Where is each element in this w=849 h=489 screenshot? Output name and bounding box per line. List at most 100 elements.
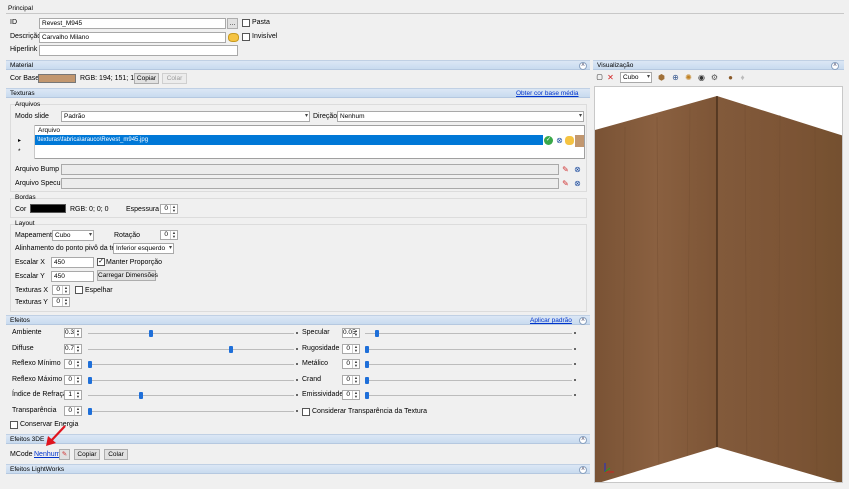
- viewer-canvas[interactable]: [594, 86, 843, 483]
- effect-slider-thumb[interactable]: [88, 407, 92, 415]
- cor-base-swatch[interactable]: [38, 74, 76, 83]
- eraser-icon[interactable]: ✎: [561, 165, 570, 174]
- bump-input[interactable]: [61, 164, 559, 175]
- zoom-icon[interactable]: ⊕: [671, 73, 680, 82]
- eye-icon[interactable]: ◉: [697, 73, 706, 82]
- effect-slider-track[interactable]: [88, 333, 294, 334]
- efeitos3de-header[interactable]: Efeitos 3DE ˄: [6, 434, 590, 444]
- collapse-icon[interactable]: ˄: [579, 317, 587, 325]
- effect-slider-track[interactable]: [365, 379, 572, 381]
- stepper-arrows-icon[interactable]: ▲ ▼: [62, 298, 69, 306]
- stepper-arrows-icon[interactable]: ▲ ▼: [170, 231, 177, 239]
- effect-slider-track[interactable]: [88, 379, 294, 381]
- stepper-arrows-icon[interactable]: ▲ ▼: [352, 375, 359, 384]
- binoculars-icon[interactable]: ⊗: [573, 179, 582, 188]
- stepper-arrows-icon[interactable]: ▲ ▼: [74, 329, 81, 337]
- mcode-colar-button[interactable]: Colar: [104, 449, 128, 460]
- eraser-icon[interactable]: ✎: [561, 179, 570, 188]
- effect-slider-thumb[interactable]: [365, 361, 369, 368]
- collapse-icon[interactable]: ˄: [831, 62, 839, 70]
- stepper-arrows-icon[interactable]: ▲ ▼: [352, 360, 359, 368]
- stepper-arrows-icon[interactable]: ▲ ▼: [74, 360, 81, 368]
- binoculars-icon[interactable]: ⊗: [573, 165, 582, 174]
- shape-select[interactable]: Cubo ▾: [620, 72, 652, 83]
- direcao-select[interactable]: Nenhum ▾: [337, 111, 584, 122]
- modo-slide-select[interactable]: Padrão ▾: [61, 111, 310, 122]
- effect-stepper[interactable]: 0 ▲ ▼: [342, 359, 360, 369]
- borda-cor-swatch[interactable]: [30, 204, 66, 213]
- efeitos-header[interactable]: Efeitos Aplicar padrão ˄: [6, 315, 590, 325]
- pasta-checkbox[interactable]: [242, 19, 250, 27]
- mapeamento-select[interactable]: Cubo ▾: [52, 230, 94, 241]
- specular-input[interactable]: [61, 178, 559, 189]
- effect-stepper[interactable]: 0 ▲ ▼: [342, 343, 360, 354]
- escalar-x-input[interactable]: 450: [51, 257, 94, 268]
- effect-stepper[interactable]: 0 ▲ ▼: [64, 359, 82, 369]
- stepper-arrows-icon[interactable]: ▲ ▼: [62, 286, 69, 294]
- effect-stepper[interactable]: 0 ▲ ▼: [342, 390, 360, 400]
- rotacao-stepper[interactable]: 0 ▲ ▼: [160, 230, 178, 240]
- alinhamento-select[interactable]: Inferior esquerdo ▾: [113, 243, 174, 254]
- effect-stepper[interactable]: 0 ▲ ▼: [64, 405, 82, 416]
- id-input[interactable]: Revest_M945: [39, 18, 226, 29]
- collapse-icon[interactable]: ˄: [579, 466, 587, 474]
- stepper-arrows-icon[interactable]: ▲ ▼: [352, 329, 359, 337]
- effect-slider-thumb[interactable]: [88, 361, 92, 368]
- folder-icon[interactable]: [228, 33, 239, 42]
- check-icon[interactable]: ✓: [544, 136, 553, 145]
- collapse-icon[interactable]: ˄: [579, 436, 587, 444]
- carregar-dimensoes-button[interactable]: Carregar Dimensões: [97, 270, 158, 281]
- grid-row-selected[interactable]: \texturas\fabrica\arauco\Revest_m945.jpg: [35, 135, 543, 145]
- stepper-arrows-icon[interactable]: ▲ ▼: [352, 344, 359, 353]
- lightworks-header[interactable]: Efeitos LightWorks ˄: [6, 464, 590, 474]
- eraser-icon[interactable]: ✎: [59, 449, 70, 460]
- effect-slider-track[interactable]: [88, 395, 294, 396]
- effect-slider-thumb[interactable]: [229, 345, 234, 353]
- mcode-link[interactable]: Nenhum: [34, 451, 60, 458]
- effect-slider-thumb[interactable]: [375, 330, 380, 337]
- effect-slider-thumb[interactable]: [138, 392, 143, 399]
- stepper-arrows-icon[interactable]: ▲ ▼: [352, 391, 359, 399]
- manter-checkbox[interactable]: ✓: [97, 258, 105, 266]
- espelhar-checkbox[interactable]: [75, 286, 83, 294]
- hiperlink-input[interactable]: [39, 45, 238, 56]
- stepper-arrows-icon[interactable]: ▲ ▼: [74, 391, 81, 399]
- obter-cor-link[interactable]: Obter cor base média: [516, 90, 579, 98]
- stepper-arrows-icon[interactable]: ▲ ▼: [74, 344, 81, 353]
- collapse-icon[interactable]: ˄: [579, 62, 587, 70]
- copiar-button[interactable]: Copiar: [134, 73, 159, 84]
- effect-slider-track[interactable]: [88, 348, 294, 350]
- colar-button[interactable]: Colar: [162, 73, 187, 84]
- stepper-arrows-icon[interactable]: ▲ ▼: [74, 375, 81, 384]
- effect-slider-thumb[interactable]: [365, 392, 369, 399]
- effect-slider-track[interactable]: [365, 348, 572, 350]
- effect-stepper[interactable]: 0.7 ▲ ▼: [64, 343, 82, 354]
- effect-slider-thumb[interactable]: [365, 345, 369, 353]
- new-icon[interactable]: ▢: [595, 73, 604, 82]
- effect-stepper[interactable]: 0 ▲ ▼: [342, 374, 360, 385]
- descricao-input[interactable]: Carvalho Milano: [39, 32, 226, 43]
- effect-stepper[interactable]: 0.3 ▲ ▼: [64, 328, 82, 338]
- effect-slider-thumb[interactable]: [148, 330, 153, 337]
- effect-slider-thumb[interactable]: [365, 376, 369, 384]
- material-header[interactable]: Material ˄: [6, 60, 590, 70]
- conservar-checkbox[interactable]: [10, 421, 18, 429]
- effect-stepper[interactable]: 1 ▲ ▼: [64, 390, 82, 400]
- invisivel-checkbox[interactable]: [242, 33, 250, 41]
- escalar-y-input[interactable]: 450: [51, 271, 94, 282]
- mcode-copiar-button[interactable]: Copiar: [74, 449, 100, 460]
- aplicar-padrao-link[interactable]: Aplicar padrão: [530, 317, 572, 325]
- material-ball-icon[interactable]: ●: [726, 73, 735, 82]
- light-icon[interactable]: ✺: [684, 73, 693, 82]
- effect-slider-track[interactable]: [88, 410, 294, 412]
- binoculars-icon[interactable]: ⊗: [555, 136, 564, 145]
- espessura-stepper[interactable]: 0 ▲ ▼: [160, 204, 178, 214]
- texturas-header[interactable]: Texturas Obter cor base média: [6, 88, 590, 98]
- effect-slider-track[interactable]: [365, 333, 572, 334]
- texturas-x-stepper[interactable]: 0 ▲ ▼: [52, 285, 70, 295]
- visualizacao-header[interactable]: Visualização ˄: [593, 60, 844, 70]
- bulb-icon[interactable]: ♦: [738, 73, 747, 82]
- effect-slider-thumb[interactable]: [88, 376, 92, 384]
- texturas-y-stepper[interactable]: 0 ▲ ▼: [52, 297, 70, 307]
- effect-slider-track[interactable]: [365, 395, 572, 396]
